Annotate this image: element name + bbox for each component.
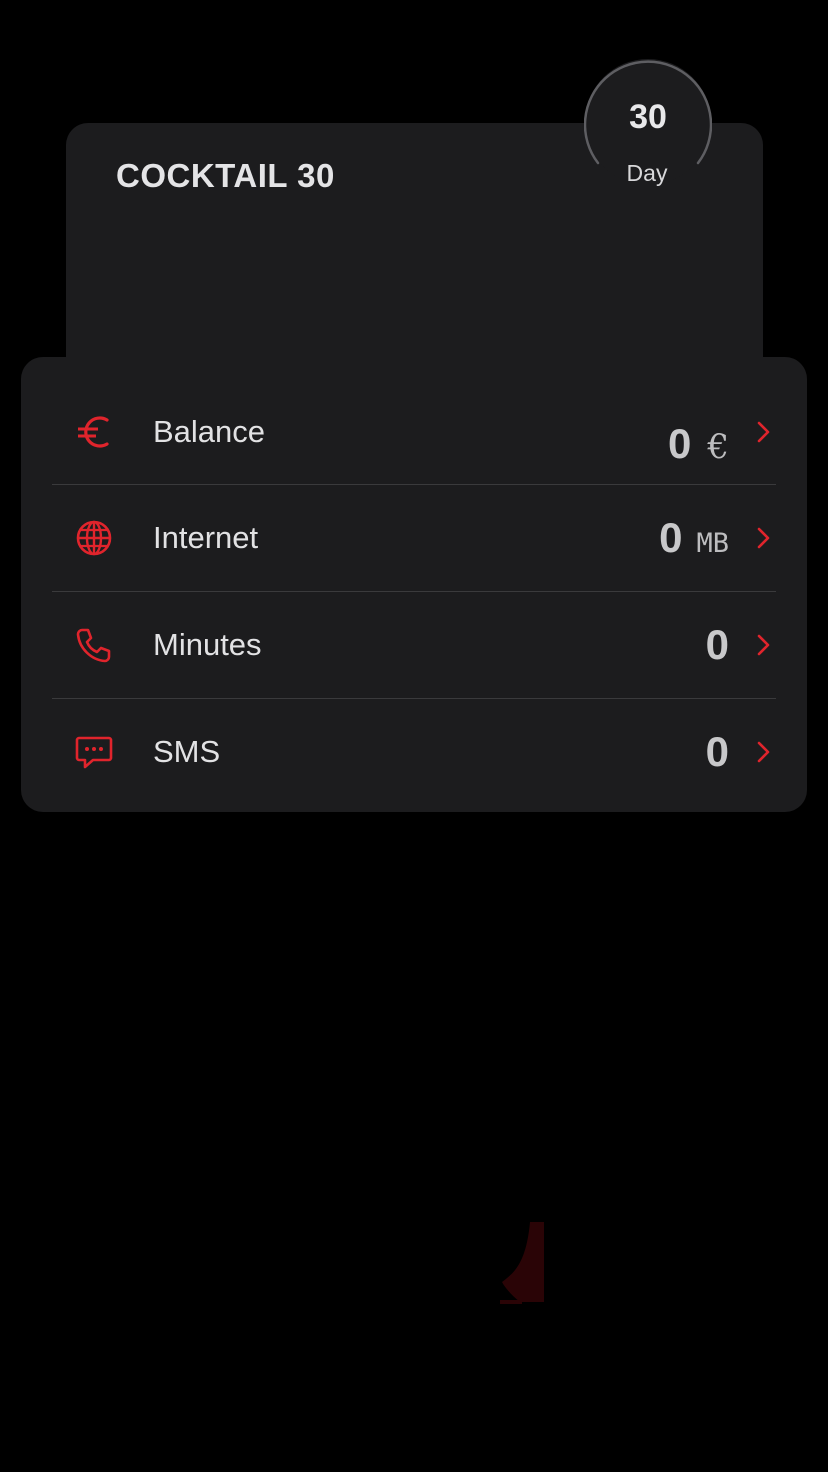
internet-unit: MB [696, 528, 729, 559]
balance-value: 0 € [668, 420, 729, 468]
sms-label: SMS [153, 734, 221, 769]
internet-row[interactable]: Internet 0 MB [52, 485, 776, 591]
usage-card: Balance 0 € Internet 0 MB Minutes 0 SMS … [21, 357, 807, 812]
minutes-label: Minutes [153, 627, 262, 662]
minutes-amount: 0 [705, 621, 729, 668]
balance-currency: € [707, 427, 729, 467]
minutes-row[interactable]: Minutes 0 [52, 592, 776, 698]
internet-label: Internet [153, 520, 259, 555]
days-remaining-value: 30 [629, 98, 667, 136]
internet-amount: 0 [659, 514, 683, 561]
balance-amount: 0 [668, 420, 692, 467]
days-remaining-unit: Day [626, 160, 668, 186]
globe-icon [74, 518, 114, 558]
days-remaining-badge: 30 Day [584, 58, 712, 186]
chat-bubble-icon [74, 732, 114, 772]
minutes-value: 0 [706, 621, 729, 669]
plan-title: COCKTAIL 30 [116, 157, 335, 194]
chevron-right-icon [757, 634, 770, 656]
chevron-right-icon [757, 527, 770, 549]
chevron-right-icon [757, 741, 770, 763]
sms-value: 0 [706, 728, 729, 776]
sms-row[interactable]: SMS 0 [52, 699, 776, 805]
balance-row[interactable]: Balance 0 € [52, 379, 776, 485]
euro-icon [74, 412, 114, 452]
phone-icon [74, 625, 114, 665]
chevron-right-icon [757, 421, 770, 443]
sms-amount: 0 [705, 728, 729, 775]
internet-value: 0 MB [659, 514, 729, 562]
background-decoration [500, 1222, 544, 1304]
balance-label: Balance [153, 414, 266, 449]
